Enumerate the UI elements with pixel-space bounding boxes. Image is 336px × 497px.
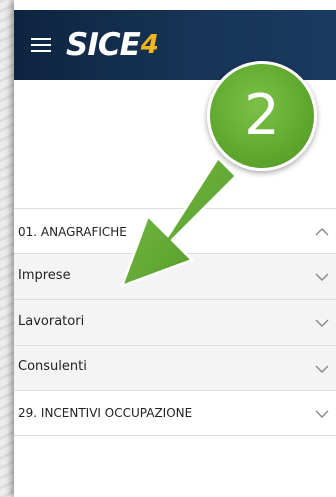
menu-item-label: Consulenti bbox=[18, 359, 87, 374]
chevron-up-icon bbox=[315, 228, 329, 236]
chevron-down-icon bbox=[315, 410, 329, 418]
menu-item-label: Lavoratori bbox=[18, 314, 85, 329]
menu-section-label: 29. INCENTIVI OCCUPAZIONE bbox=[18, 406, 193, 420]
menu-item-label: Imprese bbox=[18, 268, 71, 283]
hamburger-icon[interactable] bbox=[31, 38, 51, 52]
logo-suffix: 4 bbox=[140, 30, 159, 60]
app-logo: SICE4 bbox=[66, 27, 159, 63]
step-badge: 2 bbox=[207, 61, 317, 171]
menu-item-consulenti[interactable]: Consulenti bbox=[14, 346, 336, 391]
chevron-down-icon bbox=[315, 319, 329, 327]
logo-text: SICE bbox=[66, 27, 141, 63]
annotation-arrow-icon bbox=[120, 156, 238, 288]
chevron-down-icon bbox=[315, 273, 329, 281]
chevron-down-icon bbox=[315, 365, 329, 373]
step-number: 2 bbox=[244, 83, 280, 148]
menu-item-lavoratori[interactable]: Lavoratori bbox=[14, 300, 336, 346]
menu-section-incentivi[interactable]: 29. INCENTIVI OCCUPAZIONE bbox=[14, 391, 336, 436]
